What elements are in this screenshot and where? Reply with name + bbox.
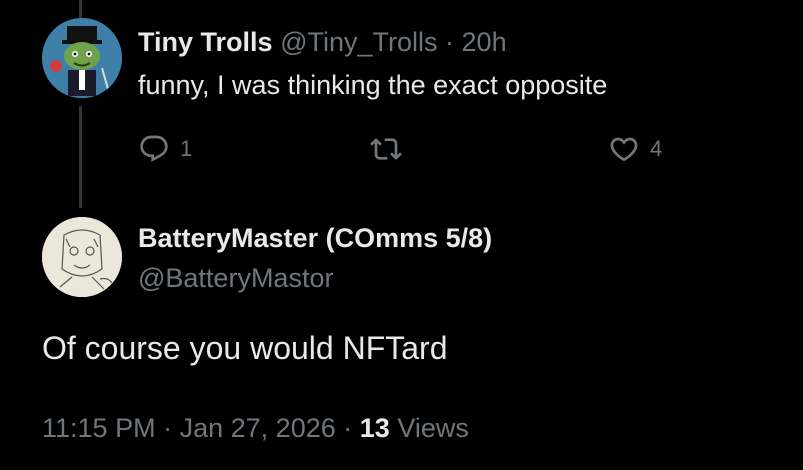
main-tweet-text: Of course you would NFTard — [42, 330, 448, 366]
reply-timestamp[interactable]: 20h — [462, 27, 507, 57]
main-display-name[interactable]: BatteryMaster (COmms 5/8) — [138, 220, 492, 256]
comment-icon — [140, 135, 168, 162]
main-handle[interactable]: @BatteryMastor — [138, 260, 492, 296]
main-avatar[interactable] — [42, 217, 122, 297]
views-count: 13 — [359, 413, 390, 443]
avatar[interactable] — [42, 18, 122, 98]
separator-dot: · — [163, 413, 173, 443]
separator-dot: · — [343, 413, 353, 443]
reply-text: funny, I was thinking the exact opposite — [138, 70, 608, 100]
reply-handle[interactable]: @Tiny_Trolls — [280, 27, 437, 57]
like-count: 4 — [650, 136, 663, 161]
reply-display-name[interactable]: Tiny Trolls — [138, 27, 273, 57]
heart-icon — [610, 137, 638, 162]
tweet-date[interactable]: Jan 27, 2026 — [180, 413, 336, 443]
sketch-avatar-icon — [42, 217, 122, 297]
reply-action-bar: 1 4 — [138, 133, 678, 173]
thread-line-top — [79, 0, 82, 18]
troll-avatar-icon — [42, 18, 122, 98]
reply-count: 1 — [180, 136, 193, 161]
views-label: Views — [397, 413, 469, 443]
tweet-meta: 11:15 PM · Jan 27, 2026 · 13 Views — [42, 408, 469, 448]
thread-line-connector — [79, 106, 82, 208]
separator-dot: · — [445, 27, 455, 57]
retweet-icon — [370, 138, 402, 160]
reply-button[interactable]: 1 — [138, 133, 192, 165]
like-button[interactable]: 4 — [608, 133, 662, 165]
tweet-time[interactable]: 11:15 PM — [42, 413, 156, 443]
retweet-button[interactable] — [370, 133, 412, 165]
